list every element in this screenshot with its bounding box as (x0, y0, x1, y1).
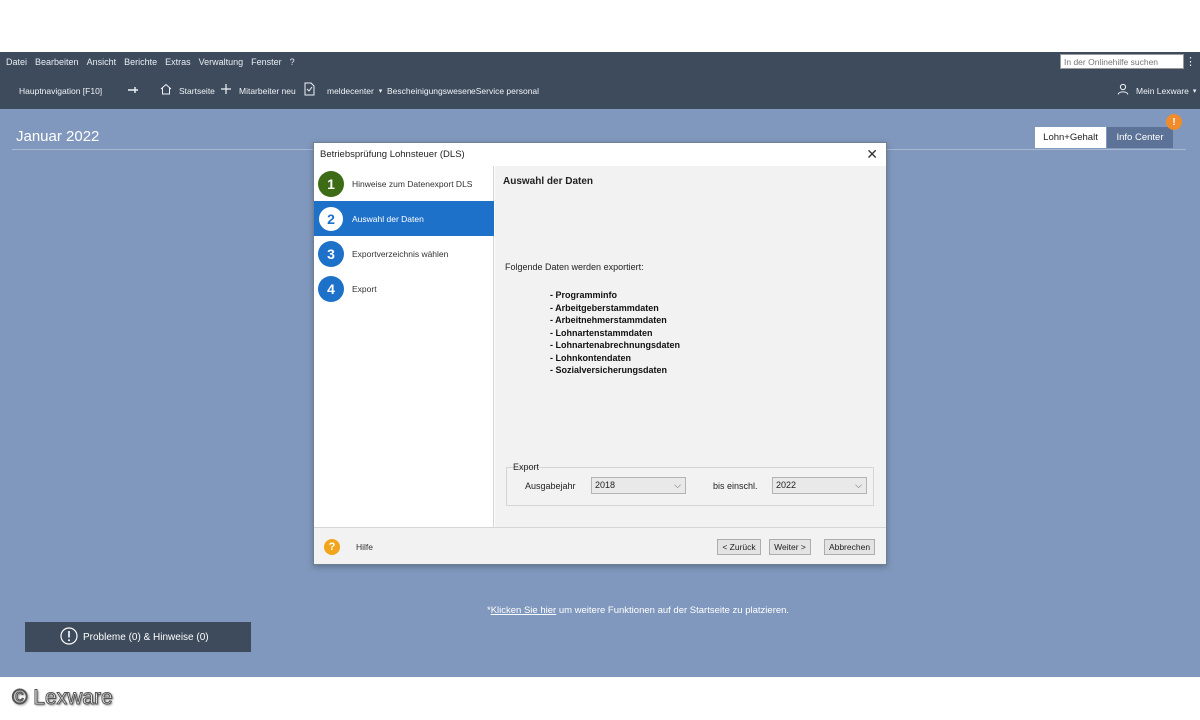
notification-badge[interactable]: ! (1166, 114, 1182, 130)
wizard-steps: 1 Hinweise zum Datenexport DLS 2 Auswahl… (314, 166, 494, 527)
problems-label: Probleme (0) & Hinweise (0) (83, 631, 209, 643)
menu-help[interactable]: ? (290, 57, 295, 67)
step-number: 2 (318, 205, 344, 232)
meldecenter-menu[interactable]: meldecenter ▾ (327, 86, 382, 96)
problems-button[interactable]: Probleme (0) & Hinweise (0) (25, 622, 251, 652)
bis-einschl-label: bis einschl. (713, 481, 758, 491)
tab-info-center[interactable]: Info Center (1107, 127, 1173, 148)
step-label: Auswahl der Daten (352, 213, 424, 224)
list-item: Lohnkontendaten (550, 352, 680, 365)
help-icon[interactable]: ? (324, 539, 340, 555)
step-number: 1 (318, 170, 344, 197)
user-icon[interactable] (1117, 83, 1129, 95)
step-4[interactable]: 4 Export (314, 271, 494, 306)
step-1[interactable]: 1 Hinweise zum Datenexport DLS (314, 166, 494, 201)
list-item: Lohnartenabrechnungsdaten (550, 339, 681, 352)
hauptnavigation-button[interactable]: Hauptnavigation [F10] (19, 86, 102, 96)
ausgabejahr-value: 2018 (595, 480, 616, 490)
hint-text: um weitere Funktionen auf der Startseite… (556, 605, 790, 616)
period-title: Januar 2022 (16, 128, 100, 145)
step-number: 4 (318, 275, 344, 302)
menu-datei[interactable]: Datei (6, 57, 27, 67)
step-number: 3 (318, 240, 344, 267)
step-label: Exportverzeichnis wählen (352, 248, 449, 259)
list-item: Sozialversicherungsdaten (550, 364, 680, 377)
close-icon[interactable]: ✕ (866, 146, 878, 163)
list-item: Arbeitgeberstammdaten (550, 302, 680, 315)
online-help-search-input[interactable] (1060, 54, 1184, 69)
home-icon[interactable] (160, 83, 172, 95)
step-content: Auswahl der Daten Folgende Daten werden … (495, 166, 886, 527)
dialog-button-bar: ? Hilfe < Zurück Weiter > Abbrechen (314, 527, 886, 564)
meldecenter-label: meldecenter (327, 86, 374, 96)
menu-overflow-icon[interactable]: ⋮ (1185, 55, 1196, 68)
export-data-list: Programminfo Arbeitgeberstammdaten Arbei… (550, 289, 680, 377)
menu-ansicht[interactable]: Ansicht (87, 57, 117, 67)
dialog-title: Betriebsprüfung Lohnsteuer (DLS) (320, 149, 465, 160)
step-label: Hinweise zum Datenexport DLS (352, 178, 473, 189)
next-button[interactable]: Weiter > (769, 539, 811, 555)
export-group-label: Export (513, 462, 540, 472)
navigation-bar: Hauptnavigation [F10] Startseite Mitarbe… (0, 72, 1200, 109)
export-intro: Folgende Daten werden exportiert: (505, 262, 644, 272)
caret-down-icon: ▾ (1192, 88, 1197, 95)
document-icon[interactable] (304, 82, 315, 96)
step-label: Export (352, 283, 377, 294)
eservice-personal-button[interactable]: eService personal (471, 86, 539, 96)
bis-einschl-select[interactable]: 2022 ⌵ (772, 477, 867, 494)
mitarbeiter-neu-button[interactable]: Mitarbeiter neu (239, 86, 296, 96)
tab-lohn-gehalt[interactable]: Lohn+Gehalt (1035, 127, 1106, 148)
menu-verwaltung[interactable]: Verwaltung (199, 57, 244, 67)
dls-export-dialog: Betriebsprüfung Lohnsteuer (DLS) ✕ 1 Hin… (313, 142, 887, 565)
menu-bar: Datei Bearbeiten Ansicht Berichte Extras… (0, 52, 1200, 72)
plus-icon[interactable] (220, 83, 232, 95)
chevron-down-icon: ⌵ (674, 480, 681, 490)
mein-lexware-label: Mein Lexware (1136, 86, 1189, 96)
startpage-hint: *Klicken Sie hier um weitere Funktionen … (487, 605, 789, 616)
warning-circle-icon (60, 626, 78, 648)
back-button[interactable]: < Zurück (717, 539, 761, 555)
step-3[interactable]: 3 Exportverzeichnis wählen (314, 236, 494, 271)
klicken-sie-hier-link[interactable]: Klicken Sie hier (491, 605, 556, 616)
help-label[interactable]: Hilfe (356, 542, 373, 552)
caret-down-icon: ▾ (378, 88, 383, 95)
chevron-down-icon: ⌵ (855, 480, 862, 490)
ausgabejahr-select[interactable]: 2018 ⌵ (591, 477, 686, 494)
list-item: Lohnartenstammdaten (550, 327, 680, 340)
list-item: Programminfo (550, 289, 680, 302)
step-2[interactable]: 2 Auswahl der Daten (314, 201, 494, 236)
bis-einschl-value: 2022 (776, 480, 797, 490)
menu-bearbeiten[interactable]: Bearbeiten (35, 57, 79, 67)
section-title: Auswahl der Daten (503, 176, 594, 187)
mein-lexware-menu[interactable]: Mein Lexware ▾ (1136, 86, 1196, 96)
pin-icon[interactable] (127, 84, 139, 96)
bescheinigungswesen-button[interactable]: Bescheinigungswesen (387, 86, 472, 96)
copyright-watermark: © Lexware (12, 686, 114, 710)
menu-extras[interactable]: Extras (165, 57, 191, 67)
menu-berichte[interactable]: Berichte (124, 57, 157, 67)
startseite-button[interactable]: Startseite (179, 86, 215, 96)
list-item: Arbeitnehmerstammdaten (550, 314, 680, 327)
menu-fenster[interactable]: Fenster (251, 57, 282, 67)
ausgabejahr-label: Ausgabejahr (525, 481, 576, 491)
cancel-button[interactable]: Abbrechen (824, 539, 875, 555)
